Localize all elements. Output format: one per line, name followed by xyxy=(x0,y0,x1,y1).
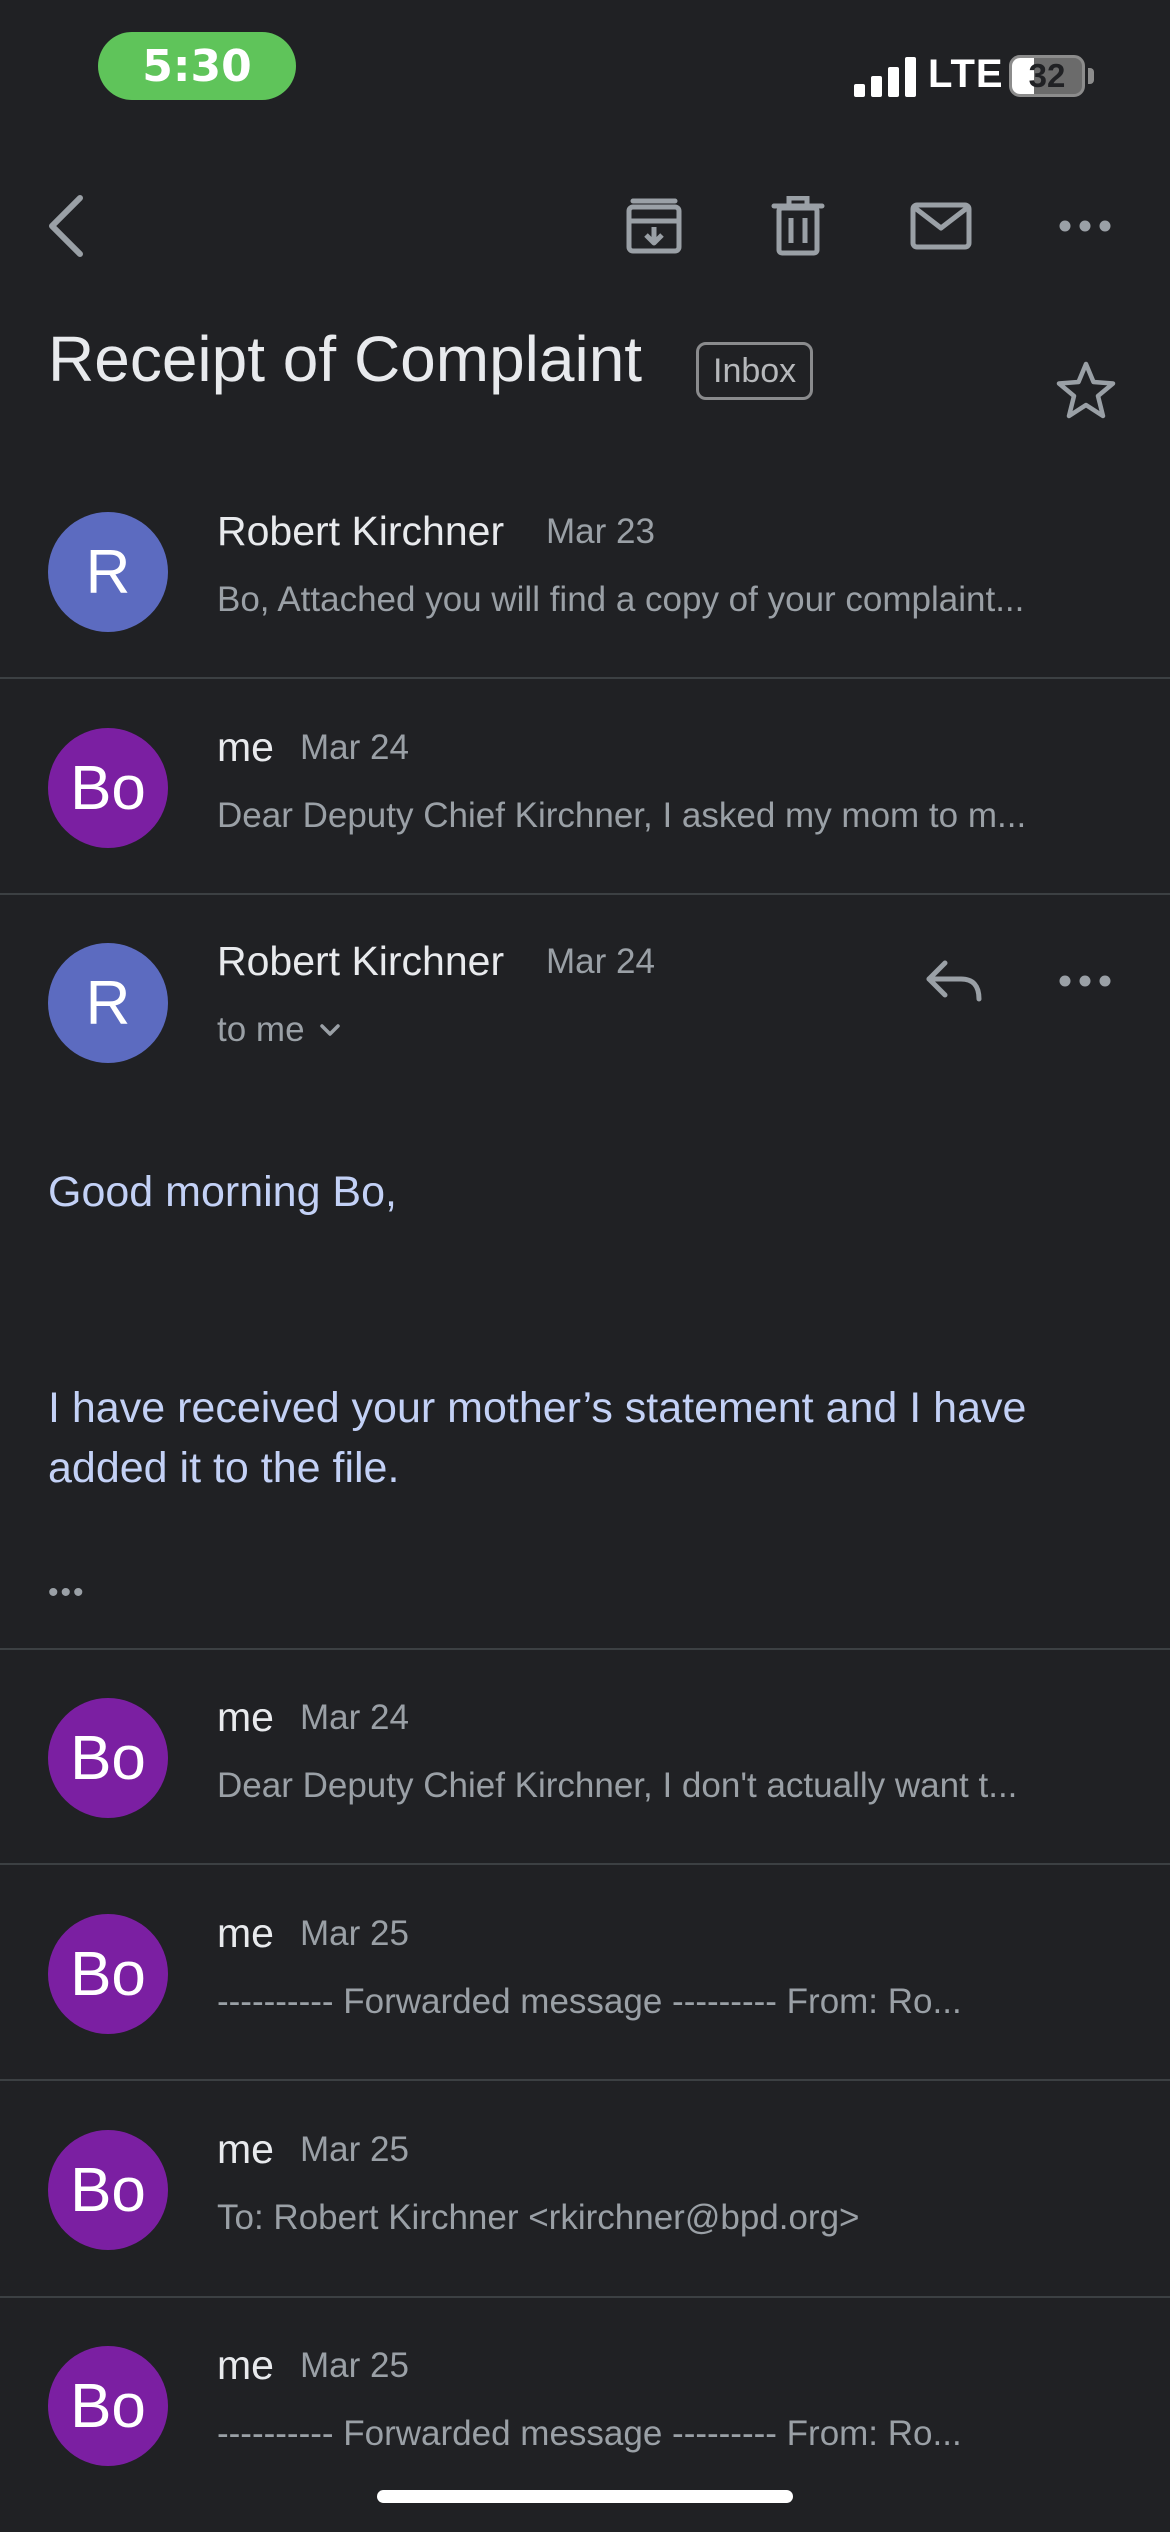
sender-name: Robert Kirchner xyxy=(217,508,505,554)
avatar: R xyxy=(48,943,168,1063)
more-horizontal-icon xyxy=(1059,975,1111,987)
message-date: Mar 23 xyxy=(546,512,655,551)
star-button[interactable] xyxy=(1046,350,1126,430)
battery-percent: 32 xyxy=(1028,57,1066,94)
message-date: Mar 24 xyxy=(300,728,409,767)
divider xyxy=(0,2296,1170,2298)
avatar: Bo xyxy=(48,728,168,848)
archive-icon xyxy=(626,198,682,254)
back-button[interactable] xyxy=(36,186,96,266)
avatar: Bo xyxy=(48,1698,168,1818)
message-row-collapsed[interactable]: R Robert Kirchner Mar 23 Bo, Attached yo… xyxy=(0,470,1170,676)
message-more-button[interactable] xyxy=(1045,946,1125,1016)
divider xyxy=(0,2079,1170,2081)
message-row-collapsed[interactable]: Bo me Mar 24 Dear Deputy Chief Kirchner,… xyxy=(0,1656,1170,1862)
message-snippet: Bo, Attached you will find a copy of you… xyxy=(217,580,1025,619)
reply-icon xyxy=(926,960,982,1002)
email-subject: Receipt of Complaint xyxy=(48,323,643,395)
mark-unread-button[interactable] xyxy=(901,186,981,266)
trash-icon xyxy=(771,196,825,256)
more-options-button[interactable] xyxy=(1045,186,1125,266)
message-greeting: Good morning Bo, xyxy=(48,1168,397,1216)
inbox-label-chip[interactable]: Inbox xyxy=(696,342,814,400)
message-snippet: Dear Deputy Chief Kirchner, I asked my m… xyxy=(217,796,1027,835)
chevron-down-icon xyxy=(319,1024,340,1036)
message-row-collapsed[interactable]: Bo me Mar 25 ---------- Forwarded messag… xyxy=(0,1872,1170,2078)
message-date: Mar 25 xyxy=(300,2346,409,2385)
star-outline-icon xyxy=(1056,361,1116,419)
divider xyxy=(0,1648,1170,1650)
status-time: 5:30 xyxy=(98,32,296,100)
divider xyxy=(0,677,1170,679)
divider xyxy=(0,893,1170,895)
message-date: Mar 24 xyxy=(546,942,655,981)
show-trimmed-content-button[interactable]: ••• xyxy=(48,1576,86,1610)
sender-name: me xyxy=(217,2342,274,2388)
sender-name: me xyxy=(217,2126,274,2172)
avatar: R xyxy=(48,512,168,632)
message-snippet: ---------- Forwarded message --------- F… xyxy=(217,1982,962,2021)
chevron-left-icon xyxy=(49,195,83,257)
recipient-details-toggle[interactable]: to me xyxy=(217,1010,341,1050)
home-indicator[interactable] xyxy=(377,2490,793,2503)
message-body: I have received your mother’s statement … xyxy=(48,1384,1027,1492)
sender-name: Robert Kirchner xyxy=(217,938,505,984)
sender-name: me xyxy=(217,1694,274,1740)
mail-icon xyxy=(910,202,972,250)
avatar: Bo xyxy=(48,2346,168,2466)
more-horizontal-icon xyxy=(1059,220,1111,232)
message-date: Mar 25 xyxy=(300,1914,409,1953)
message-date: Mar 25 xyxy=(300,2130,409,2169)
recipient-label: to me xyxy=(217,1010,305,1049)
message-date: Mar 24 xyxy=(300,1698,409,1737)
reply-button[interactable] xyxy=(914,946,994,1016)
sender-name: me xyxy=(217,724,274,770)
archive-button[interactable] xyxy=(614,186,694,266)
message-snippet: ---------- Forwarded message --------- F… xyxy=(217,2414,962,2453)
divider xyxy=(0,1863,1170,1865)
message-expanded: R Robert Kirchner Mar 24 to me Good morn… xyxy=(0,900,1170,1648)
avatar: Bo xyxy=(48,1914,168,2034)
delete-button[interactable] xyxy=(758,186,838,266)
network-type: LTE xyxy=(928,52,1004,96)
message-row-collapsed[interactable]: Bo me Mar 24 Dear Deputy Chief Kirchner,… xyxy=(0,686,1170,892)
message-snippet: Dear Deputy Chief Kirchner, I don't actu… xyxy=(217,1766,1018,1805)
message-snippet: To: Robert Kirchner <rkirchner@bpd.org> xyxy=(217,2198,860,2237)
battery-cap xyxy=(1088,68,1094,84)
avatar: Bo xyxy=(48,2130,168,2250)
cellular-signal-icon xyxy=(854,57,916,97)
battery-icon: 32 xyxy=(1009,55,1085,97)
message-row-collapsed[interactable]: Bo me Mar 25 To: Robert Kirchner <rkirch… xyxy=(0,2088,1170,2294)
sender-name: me xyxy=(217,1910,274,1956)
